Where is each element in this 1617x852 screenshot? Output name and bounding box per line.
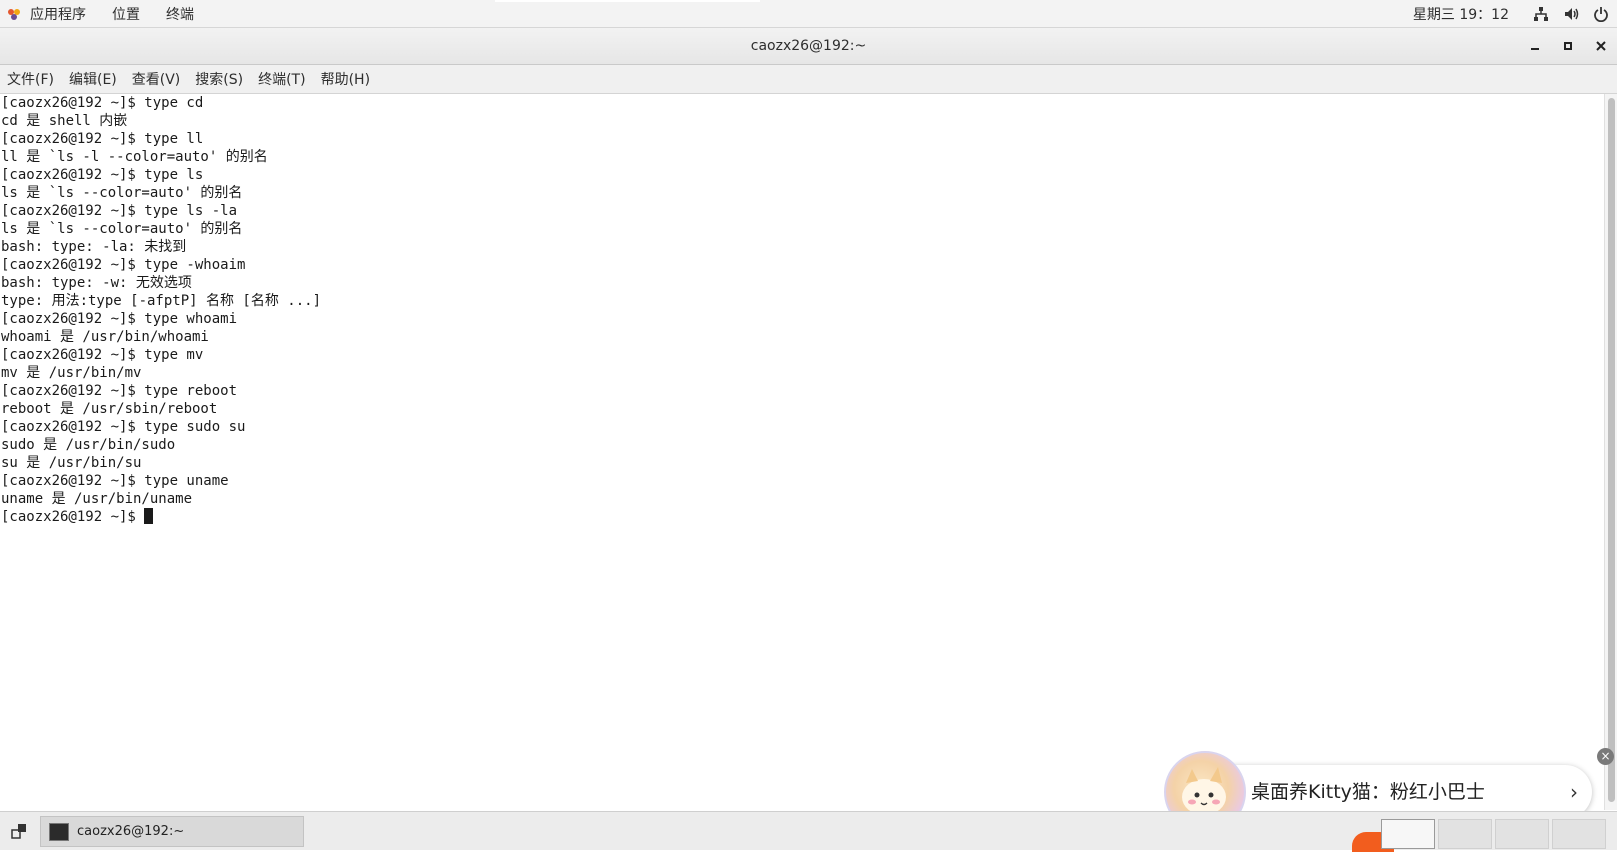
terminal-line: [caozx26@192 ~]$ type ll [1, 131, 204, 147]
terminal-line: ls 是 `ls --color=auto' 的别名 [1, 185, 243, 201]
window-titlebar[interactable]: caozx26@192:~ [0, 28, 1617, 65]
terminal-line: whoami 是 /usr/bin/whoami [1, 329, 209, 345]
power-icon[interactable] [1593, 6, 1609, 22]
text-cursor [144, 508, 154, 524]
terminal-line: cd 是 shell 内嵌 [1, 113, 128, 129]
minimize-icon [1530, 48, 1539, 50]
terminal-line: bash: type: -w: 无效选项 [1, 275, 192, 291]
workspace-3[interactable] [1495, 819, 1549, 849]
taskbar-window-label: caozx26@192:~ [77, 824, 185, 839]
minimize-button[interactable] [1518, 28, 1551, 64]
window-controls [1518, 28, 1617, 64]
menu-edit[interactable]: 编辑(E) [62, 69, 125, 89]
terminal-line: [caozx26@192 ~]$ type cd [1, 95, 204, 111]
terminal-prompt: [caozx26@192 ~]$ [1, 509, 145, 525]
terminal-app-menu[interactable]: 终端 [166, 4, 194, 24]
workspace-1[interactable] [1381, 819, 1435, 849]
terminal-line: reboot 是 /usr/sbin/reboot [1, 401, 218, 417]
terminal-line: [caozx26@192 ~]$ type ls [1, 167, 204, 183]
terminal-prompt-line[interactable]: [caozx26@192 ~]$ [1, 508, 1604, 526]
bottom-taskbar: caozx26@192:~ [0, 811, 1617, 852]
terminal-line: bash: type: -la: 未找到 [1, 239, 187, 255]
terminal-line: [caozx26@192 ~]$ type reboot [1, 383, 238, 399]
active-window-indicator [495, 0, 760, 2]
terminal-line: ll 是 `ls -l --color=auto' 的别名 [1, 149, 268, 165]
terminal-lines: [caozx26@192 ~]$ type cd cd 是 shell 内嵌 [ca… [0, 94, 1604, 526]
show-desktop-button[interactable] [6, 818, 32, 844]
terminal-scrollbar[interactable] [1604, 94, 1617, 810]
ad-close-button[interactable]: × [1597, 748, 1614, 765]
terminal-line: [caozx26@192 ~]$ type uname [1, 473, 229, 489]
terminal-line: uname 是 /usr/bin/uname [1, 491, 193, 507]
terminal-line: [caozx26@192 ~]$ type whoami [1, 311, 238, 327]
top-panel: 应用程序 位置 终端 星期三 19：12 [0, 0, 1617, 28]
menubar: 文件(F) 编辑(E) 查看(V) 搜索(S) 终端(T) 帮助(H) [0, 65, 1617, 94]
close-icon [1595, 41, 1606, 51]
terminal-line: [caozx26@192 ~]$ type ls -la [1, 203, 238, 219]
terminal-line: [caozx26@192 ~]$ type -whoaim [1, 257, 246, 273]
terminal-line: type: 用法:type [-afptP] 名称 [名称 ...] [1, 293, 322, 309]
terminal-line: [caozx26@192 ~]$ type mv [1, 347, 204, 363]
menu-view[interactable]: 查看(V) [125, 69, 189, 89]
scrollbar-thumb[interactable] [1608, 98, 1615, 802]
top-panel-left: 应用程序 位置 终端 [6, 0, 220, 27]
terminal-line: su 是 /usr/bin/su [1, 455, 142, 471]
top-panel-right: 星期三 19：12 [1413, 0, 1609, 27]
terminal-icon [49, 822, 69, 841]
taskbar-window-terminal[interactable]: caozx26@192:~ [40, 816, 304, 847]
volume-icon[interactable] [1563, 6, 1579, 22]
menu-file[interactable]: 文件(F) [0, 69, 62, 89]
show-desktop-icon [11, 824, 26, 839]
workspace-2[interactable] [1438, 819, 1492, 849]
terminal-line: mv 是 /usr/bin/mv [1, 365, 142, 381]
terminal-line: ls 是 `ls --color=auto' 的别名 [1, 221, 243, 237]
terminal-output[interactable]: [caozx26@192 ~]$ type cd cd 是 shell 内嵌 [ca… [0, 94, 1604, 810]
window-title: caozx26@192:~ [750, 38, 867, 54]
menu-terminal[interactable]: 终端(T) [251, 69, 313, 89]
workspace-4[interactable] [1552, 819, 1606, 849]
maximize-icon [1563, 42, 1572, 50]
maximize-button[interactable] [1551, 28, 1584, 64]
clock[interactable]: 星期三 19：12 [1413, 4, 1509, 24]
terminal-line: sudo 是 /usr/bin/sudo [1, 437, 176, 453]
applications-menu[interactable]: 应用程序 [30, 4, 86, 24]
terminal-line: [caozx26@192 ~]$ type sudo su [1, 419, 246, 435]
applications-icon [8, 8, 20, 20]
close-button[interactable] [1584, 28, 1617, 64]
menu-help[interactable]: 帮助(H) [314, 69, 378, 89]
menu-search[interactable]: 搜索(S) [188, 69, 251, 89]
places-menu[interactable]: 位置 [112, 4, 140, 24]
network-icon[interactable] [1533, 6, 1549, 22]
